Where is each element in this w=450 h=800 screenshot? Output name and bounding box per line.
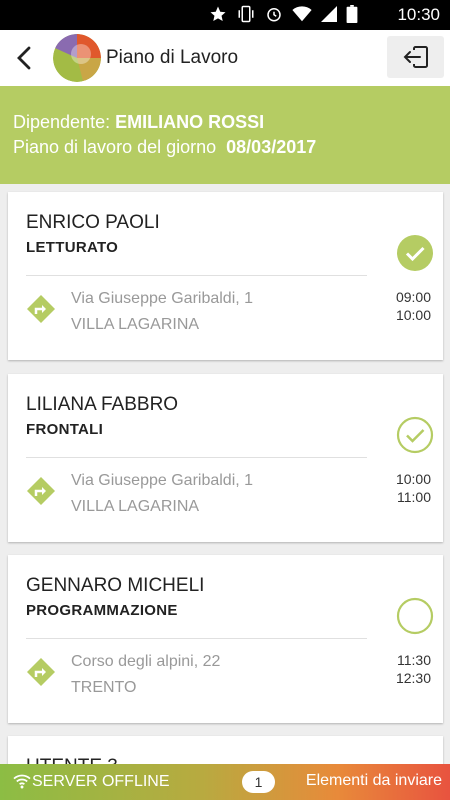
directions-icon[interactable] (26, 476, 56, 506)
address-city: TRENTO (71, 679, 137, 696)
empty-circle-icon[interactable] (396, 597, 434, 635)
divider (26, 638, 367, 639)
pending-label: Elementi da inviare (305, 772, 442, 789)
check-filled-icon[interactable] (396, 234, 434, 272)
server-status: SERVER OFFLINE (32, 773, 170, 790)
pending-count-badge: 1 (242, 771, 275, 793)
address-street: Via Giuseppe Garibaldi, 1 (71, 472, 254, 489)
app-logo (53, 34, 101, 82)
plan-date: 08/03/2017 (226, 137, 317, 157)
customer-name: LILIANA FABBRO (26, 394, 179, 415)
job-type: PROGRAMMAZIONE (26, 602, 178, 619)
app-title: Piano di Lavoro (106, 47, 239, 68)
address-street: Corso degli alpini, 22 (71, 653, 221, 670)
vibrate-icon (238, 5, 254, 23)
logout-button[interactable] (387, 36, 444, 78)
status-icons (209, 5, 358, 23)
clock: 10:30 (397, 5, 440, 24)
end-time: 12:30 (395, 670, 431, 686)
battery-icon (346, 5, 358, 23)
signal-icon (321, 6, 337, 22)
address-city: VILLA LAGARINA (71, 316, 200, 333)
end-time: 11:00 (397, 489, 431, 505)
customer-name: ENRICO PAOLI (26, 212, 160, 233)
appointment-card[interactable]: GENNARO MICHELI PROGRAMMAZIONE Corso deg… (8, 555, 443, 723)
wifi-icon (13, 774, 31, 789)
appointment-card[interactable]: ENRICO PAOLI LETTURATO Via Giuseppe Gari… (8, 192, 443, 360)
end-time: 10:00 (395, 307, 431, 323)
employee-name: EMILIANO ROSSI (115, 112, 265, 132)
appointment-card[interactable]: LILIANA FABBRO FRONTALI Via Giuseppe Gar… (8, 374, 443, 542)
divider (26, 457, 367, 458)
employee-line: Dipendente: EMILIANO ROSSI (13, 112, 264, 133)
plan-label: Piano di lavoro del giorno (13, 137, 217, 157)
star-icon (210, 6, 226, 22)
address-city: VILLA LAGARINA (71, 498, 200, 515)
start-time: 09:00 (395, 289, 431, 305)
divider (26, 275, 367, 276)
plan-line: Piano di lavoro del giorno 08/03/2017 (13, 137, 316, 158)
alarm-icon (267, 8, 281, 22)
directions-icon[interactable] (26, 657, 56, 687)
job-type: FRONTALI (26, 421, 104, 438)
employee-label: Dipendente: (13, 112, 111, 132)
sync-footer[interactable]: SERVER OFFLINE 1 Elementi da inviare (0, 764, 450, 800)
status-bar: 10:30 (0, 0, 450, 30)
check-outline-icon[interactable] (396, 416, 434, 454)
start-time: 11:30 (397, 652, 431, 668)
logout-icon (403, 46, 428, 68)
employee-banner: Dipendente: EMILIANO ROSSI Piano di lavo… (0, 86, 450, 184)
back-button[interactable] (12, 44, 38, 72)
wifi-icon (292, 6, 312, 22)
start-time: 10:00 (395, 471, 431, 487)
job-type: LETTURATO (26, 239, 119, 256)
address-street: Via Giuseppe Garibaldi, 1 (71, 290, 254, 307)
customer-name: GENNARO MICHELI (26, 575, 205, 596)
back-arrow-icon (17, 46, 31, 70)
app-bar: Piano di Lavoro (0, 30, 450, 86)
directions-icon[interactable] (26, 294, 56, 324)
